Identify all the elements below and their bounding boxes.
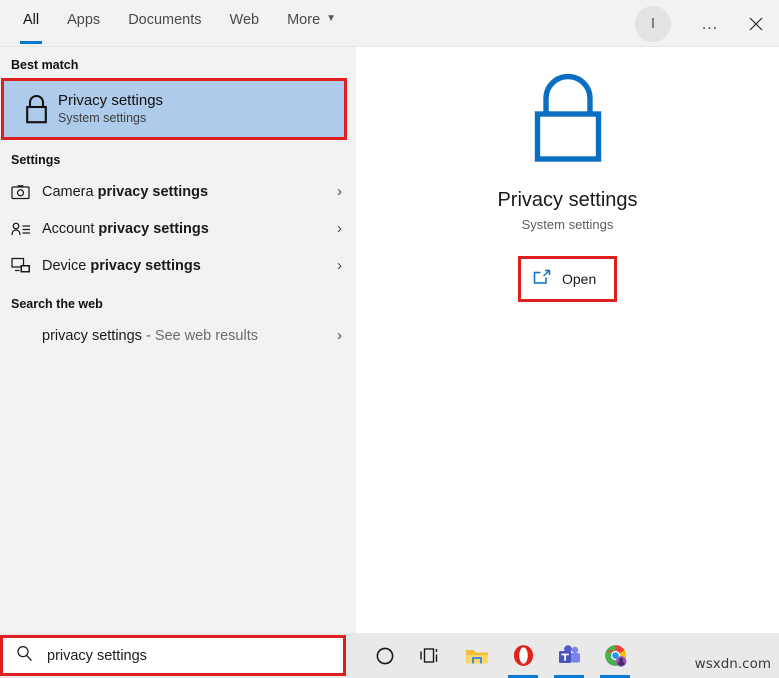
search-box[interactable]: privacy settings	[3, 638, 343, 673]
file-explorer-icon[interactable]	[454, 633, 500, 678]
search-web-heading: Search the web	[11, 297, 103, 311]
more-options-button[interactable]: …	[687, 0, 733, 47]
avatar[interactable]: I	[635, 5, 671, 42]
chevron-right-icon: ›	[337, 327, 342, 344]
preview-panel: Privacy settings System settings Open	[356, 47, 779, 633]
header-actions: I …	[635, 0, 779, 47]
search-header: All Apps Documents Web More ▼ I …	[0, 0, 779, 47]
search-box-annotation-box: privacy settings	[0, 635, 346, 676]
chevron-right-icon: ›	[337, 257, 342, 274]
tab-web-label: Web	[229, 12, 260, 28]
tab-apps-underline	[64, 41, 103, 44]
lock-icon-large	[525, 73, 611, 171]
filter-tabs: All Apps Documents Web More ▼	[0, 0, 350, 44]
opera-icon[interactable]	[500, 633, 546, 678]
ellipsis-icon: …	[701, 13, 719, 33]
chevron-down-icon: ▼	[326, 12, 337, 24]
tab-more[interactable]: More ▼	[273, 10, 350, 44]
open-button[interactable]: Open	[521, 259, 614, 299]
list-item-account-privacy-settings[interactable]: Account privacy settings ›	[0, 210, 356, 247]
tab-web[interactable]: Web	[216, 10, 274, 44]
tab-documents-label: Documents	[128, 12, 202, 28]
best-match-text: Privacy settings System settings	[58, 91, 163, 127]
chrome-icon[interactable]	[592, 633, 638, 678]
tab-apps-label: Apps	[67, 12, 101, 28]
preview-title: Privacy settings	[497, 189, 638, 211]
list-item-device-privacy-settings[interactable]: Device privacy settings ›	[0, 247, 356, 284]
watermark: wsxdn.com	[694, 656, 771, 672]
list-item-label: Account privacy settings	[42, 220, 209, 237]
chevron-right-icon: ›	[337, 183, 342, 200]
tab-all-label: All	[23, 12, 40, 28]
web-result-label: privacy settings - See web results	[42, 327, 258, 344]
windows-search-panel: All Apps Documents Web More ▼ I … Best m…	[0, 0, 779, 678]
avatar-initial: I	[650, 15, 656, 32]
tab-all-underline	[20, 41, 43, 44]
open-button-label: Open	[562, 271, 597, 287]
tab-documents-underline	[125, 41, 204, 44]
best-match-subtitle: System settings	[58, 111, 147, 125]
settings-heading: Settings	[11, 153, 61, 167]
panel-right-edge	[762, 47, 779, 633]
task-view-icon[interactable]	[408, 633, 454, 678]
list-item-web-result[interactable]: privacy settings - See web results ›	[0, 317, 356, 354]
results-panel: Best match Privacy settings System setti…	[0, 47, 356, 633]
account-icon	[11, 221, 42, 237]
best-match-heading: Best match	[11, 58, 79, 72]
open-external-icon	[533, 269, 551, 290]
tab-more-underline	[284, 41, 339, 44]
search-icon	[16, 645, 33, 667]
cortana-icon[interactable]	[362, 633, 408, 678]
tab-documents[interactable]: Documents	[114, 10, 215, 44]
lock-icon	[14, 94, 58, 125]
list-item-camera-privacy-settings[interactable]: Camera privacy settings ›	[0, 173, 356, 210]
list-item-label: Camera privacy settings	[42, 183, 209, 200]
teams-icon[interactable]	[546, 633, 592, 678]
camera-icon	[11, 184, 42, 200]
device-icon	[11, 257, 42, 274]
open-button-annotation-box: Open	[518, 256, 617, 302]
best-match-title: Privacy settings	[58, 92, 164, 109]
chevron-right-icon: ›	[337, 220, 342, 237]
search-input[interactable]: privacy settings	[47, 648, 147, 664]
tab-all[interactable]: All	[9, 10, 53, 44]
close-button[interactable]	[733, 0, 779, 47]
close-icon	[749, 17, 763, 30]
tab-more-label: More	[287, 12, 321, 28]
tab-apps[interactable]: Apps	[53, 10, 114, 44]
best-match-annotation-box: Privacy settings System settings	[1, 78, 347, 140]
list-item-label: Device privacy settings	[42, 257, 201, 274]
best-match-result[interactable]: Privacy settings System settings	[4, 81, 344, 137]
tab-web-underline	[227, 41, 263, 44]
preview-subtitle: System settings	[521, 217, 614, 232]
taskbar-area: privacy settings wsxdn.com	[0, 633, 779, 678]
